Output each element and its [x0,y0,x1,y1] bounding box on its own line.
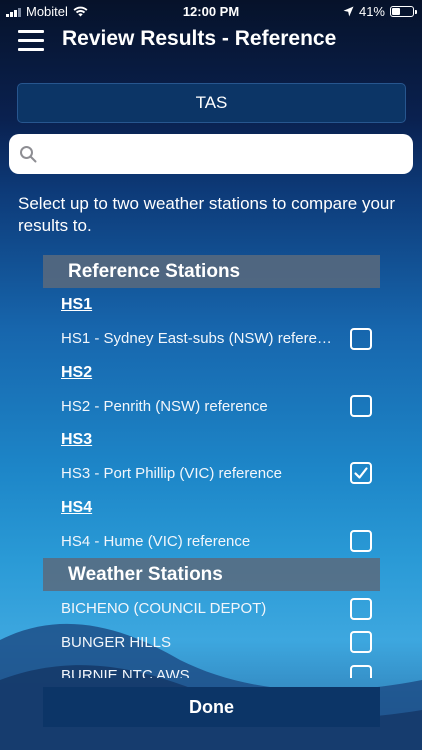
checkbox-hs3[interactable] [350,462,372,484]
station-label-hs3: HS3 - Port Phillip (VIC) reference [61,465,282,482]
checkbox-burnie[interactable] [350,665,372,678]
status-bar: Mobitel 12:00 PM 41% [0,0,422,24]
battery-percent: 41% [358,4,385,19]
state-selector-button[interactable]: TAS [17,83,406,123]
search-bar[interactable] [9,134,413,174]
station-label-bunger-hills: BUNGER HILLS [61,634,172,651]
page-title: Review Results - Reference [62,27,337,50]
search-icon [20,146,37,163]
battery-level [392,8,401,15]
checkmark-icon [354,467,368,479]
group-heading-hs2: HS2 [61,364,93,381]
hamburger-menu-icon[interactable] [18,30,44,52]
station-label-hs2: HS2 - Penrith (NSW) reference [61,398,268,415]
checkbox-hs2[interactable] [350,395,372,417]
group-heading-hs1: HS1 [61,296,93,313]
station-label-hs1: HS1 - Sydney East-subs (NSW) reference [61,330,336,347]
group-heading-hs3: HS3 [61,431,93,448]
status-right: 41% [343,4,417,19]
location-arrow-icon [343,6,354,17]
search-input[interactable] [45,134,405,174]
section-header-reference-stations: Reference Stations [43,255,380,288]
checkbox-bunger-hills[interactable] [350,631,372,653]
checkbox-hs1[interactable] [350,328,372,350]
checkbox-bicheno[interactable] [350,598,372,620]
station-label-hs4: HS4 - Hume (VIC) reference [61,533,251,550]
section-header-weather-stations: Weather Stations [43,558,380,591]
instructions-text: Select up to two weather stations to com… [18,194,396,235]
battery-icon [390,6,417,17]
done-button[interactable]: Done [43,687,380,727]
group-heading-hs4: HS4 [61,499,93,516]
app-header: Review Results - Reference [0,24,422,74]
checkbox-hs4[interactable] [350,530,372,552]
station-label-bicheno: BICHENO (COUNCIL DEPOT) [61,600,267,617]
station-list[interactable]: Reference Stations HS1 HS1 - Sydney East… [0,255,422,678]
station-label-burnie: BURNIE NTC AWS [61,667,190,678]
